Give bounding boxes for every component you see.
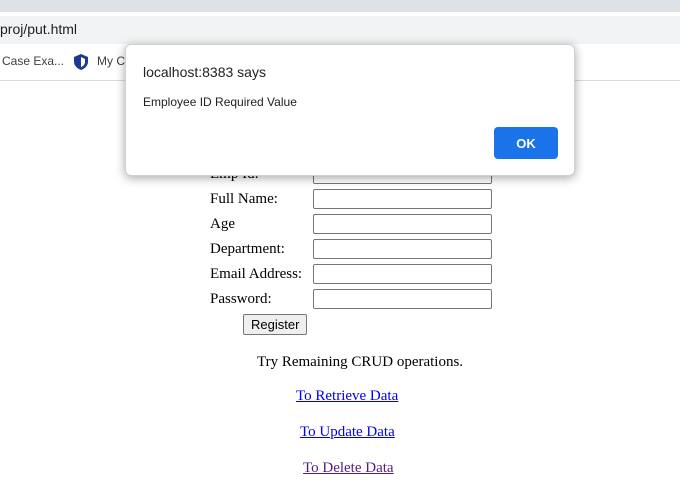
- full-name-input[interactable]: [313, 189, 492, 209]
- browser-tabstrip: [0, 0, 680, 12]
- address-bar[interactable]: [0, 16, 680, 44]
- url-text[interactable]: proj/put.html: [0, 21, 77, 37]
- dialog-message: Employee ID Required Value: [143, 95, 297, 109]
- retrieve-data-link[interactable]: To Retrieve Data: [296, 388, 398, 405]
- shield-icon: [74, 54, 88, 70]
- dialog-title: localhost:8383 says: [143, 64, 266, 80]
- email-label: Email Address:: [210, 266, 303, 282]
- bookmark-case-examples[interactable]: Case Exa...: [2, 54, 64, 68]
- alert-dialog: localhost:8383 says Employee ID Required…: [125, 44, 575, 176]
- ok-button[interactable]: OK: [494, 127, 558, 159]
- department-label: Department:: [210, 241, 285, 257]
- update-data-link[interactable]: To Update Data: [300, 424, 395, 441]
- department-input[interactable]: [313, 239, 492, 259]
- full-name-label: Full Name:: [210, 191, 278, 207]
- password-label: Password:: [210, 291, 272, 307]
- age-label: Age: [210, 216, 235, 232]
- register-button[interactable]: Register: [243, 314, 308, 335]
- bookmark-my[interactable]: My C: [97, 54, 125, 68]
- email-input[interactable]: [313, 264, 492, 284]
- password-input[interactable]: [313, 289, 492, 309]
- delete-data-link[interactable]: To Delete Data: [303, 460, 394, 477]
- crud-note: Try Remaining CRUD operations.: [256, 354, 464, 370]
- age-input[interactable]: [313, 214, 492, 234]
